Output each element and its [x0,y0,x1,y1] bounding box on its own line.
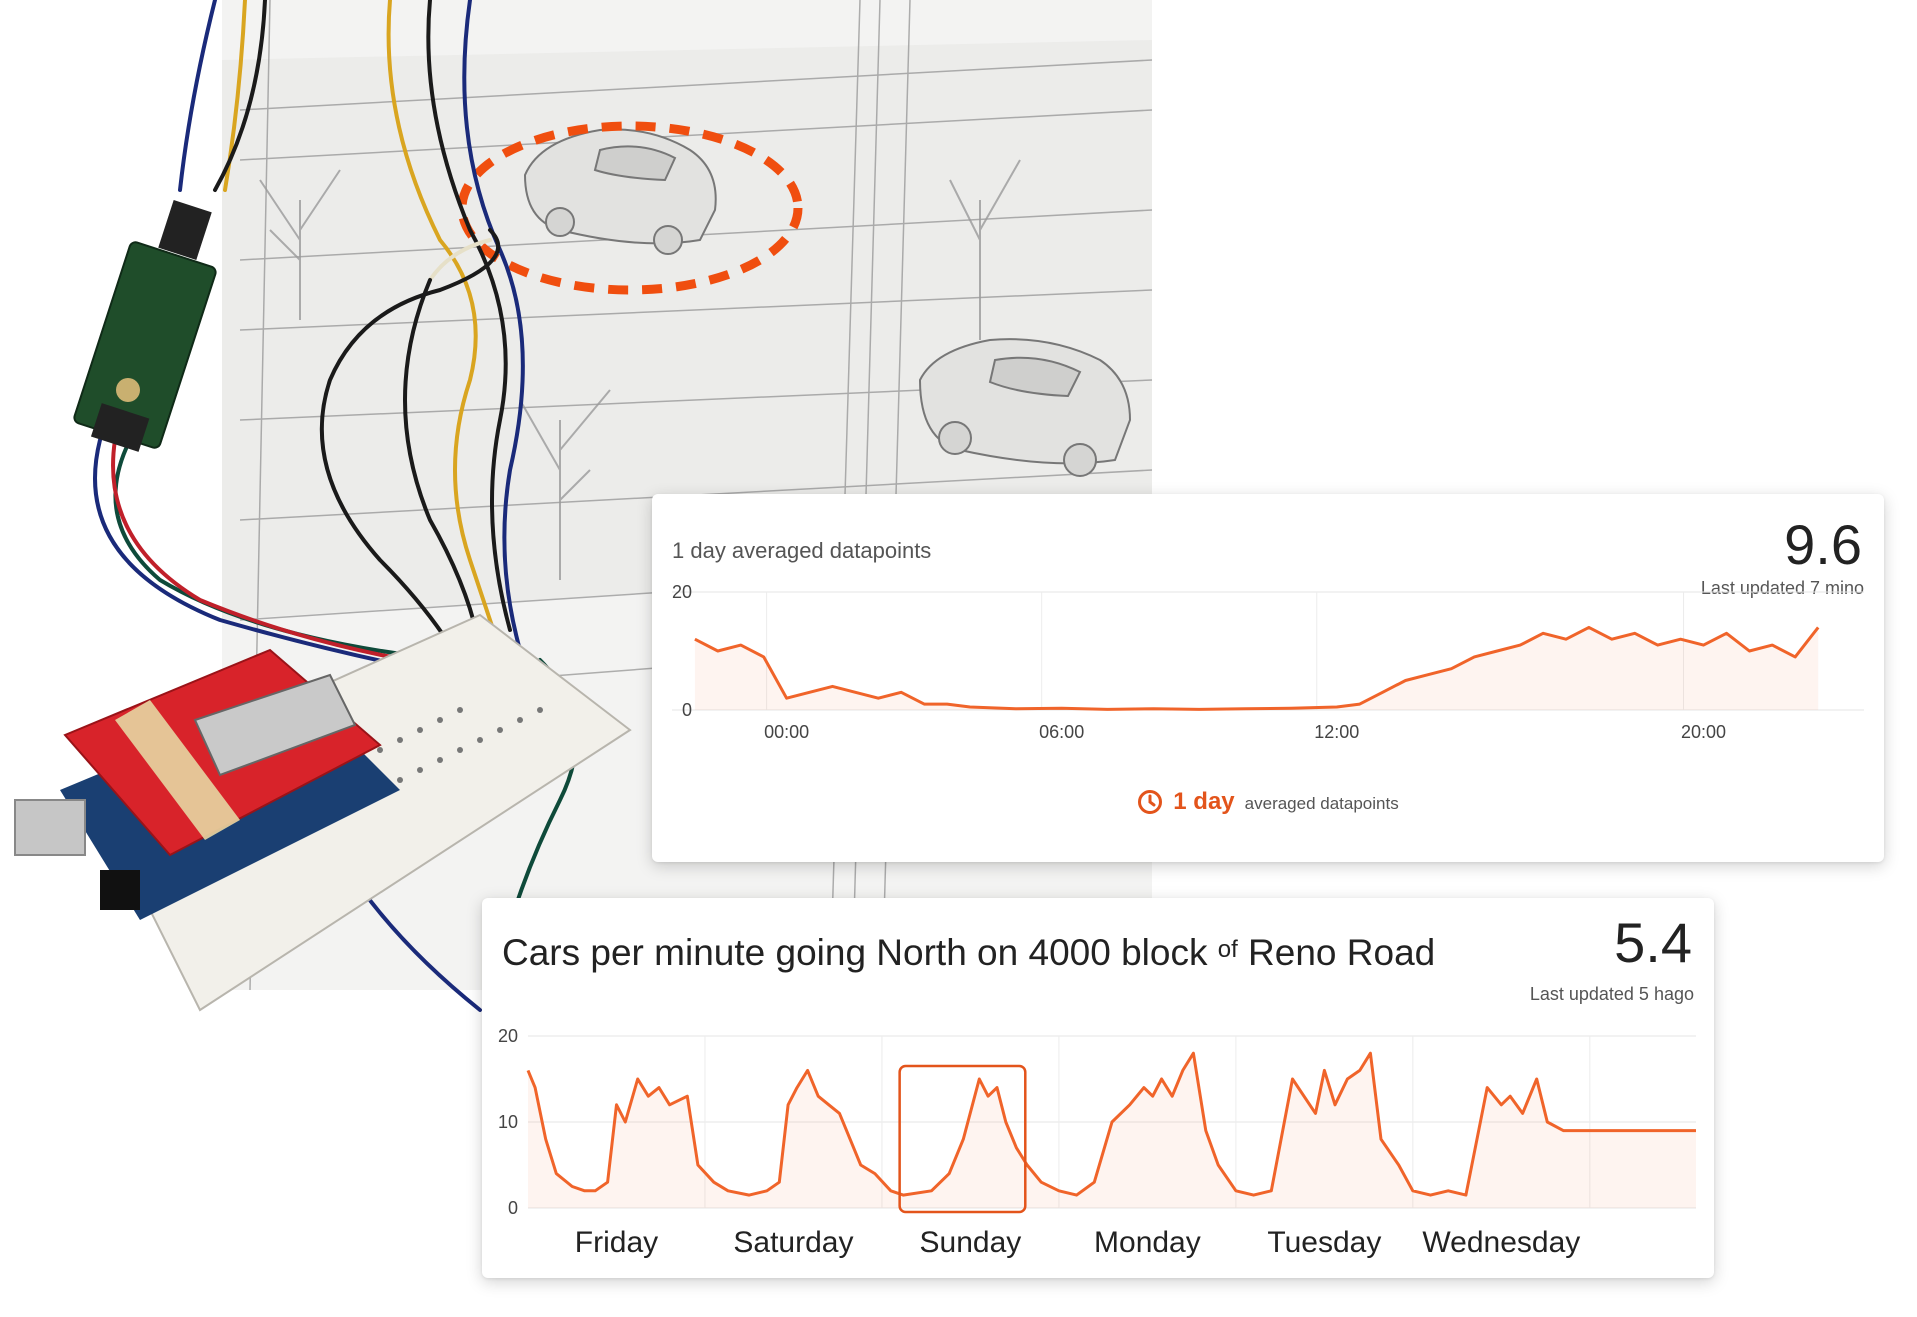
x-tick-label: 20:00 [1681,722,1726,742]
y-tick-label: 20 [498,1026,518,1046]
day-chart-card: 1 day averaged datapoints 9.6 Last updat… [652,494,1884,862]
day-line-chart: 00:00 06:00 12:00 20:00 20 0 [672,584,1864,742]
week-line-chart: 20 10 0 Friday Saturday Sunday Monday Tuesday We… [498,1026,1696,1258]
clock-icon [1137,789,1163,815]
chart-title-of: of [1217,936,1238,963]
week-chart-card: Cars per minute going North on 4000 bloc… [482,898,1714,1278]
y-tick-label: 0 [508,1198,518,1218]
y-tick-label: 0 [682,700,692,720]
chart-title: Cars per minute going North on 4000 bloc… [502,932,1435,974]
time-range-selector[interactable]: 1 day averaged datapoints [652,788,1884,816]
x-tick-label: Wednesday [1422,1226,1580,1258]
range-label: averaged datapoints [1244,794,1399,813]
x-tick-label: 00:00 [764,722,809,742]
range-value: 1 day [1173,788,1235,815]
x-tick-label: Friday [575,1226,658,1258]
current-value: 5.4 [1614,911,1692,974]
x-tick-label: Tuesday [1267,1226,1381,1258]
chart-title-part1: Cars per minute going North on 4000 bloc… [502,932,1208,973]
chart-title-part2: Reno Road [1248,932,1436,973]
x-tick-label: 12:00 [1314,722,1359,742]
x-tick-label: 06:00 [1039,722,1084,742]
last-updated: Last updated 5 hago [1529,984,1694,1004]
x-tick-label: Sunday [920,1226,1022,1258]
x-tick-label: Saturday [733,1226,853,1258]
y-tick-label: 10 [498,1112,518,1132]
y-tick-label: 20 [672,584,692,602]
card-subtitle: 1 day averaged datapoints [672,538,932,563]
current-value: 9.6 [1784,513,1862,576]
sensor-module [73,200,217,452]
series-area [528,1053,1696,1208]
car-sketch-1 [523,128,717,255]
x-tick-label: Monday [1094,1226,1201,1258]
